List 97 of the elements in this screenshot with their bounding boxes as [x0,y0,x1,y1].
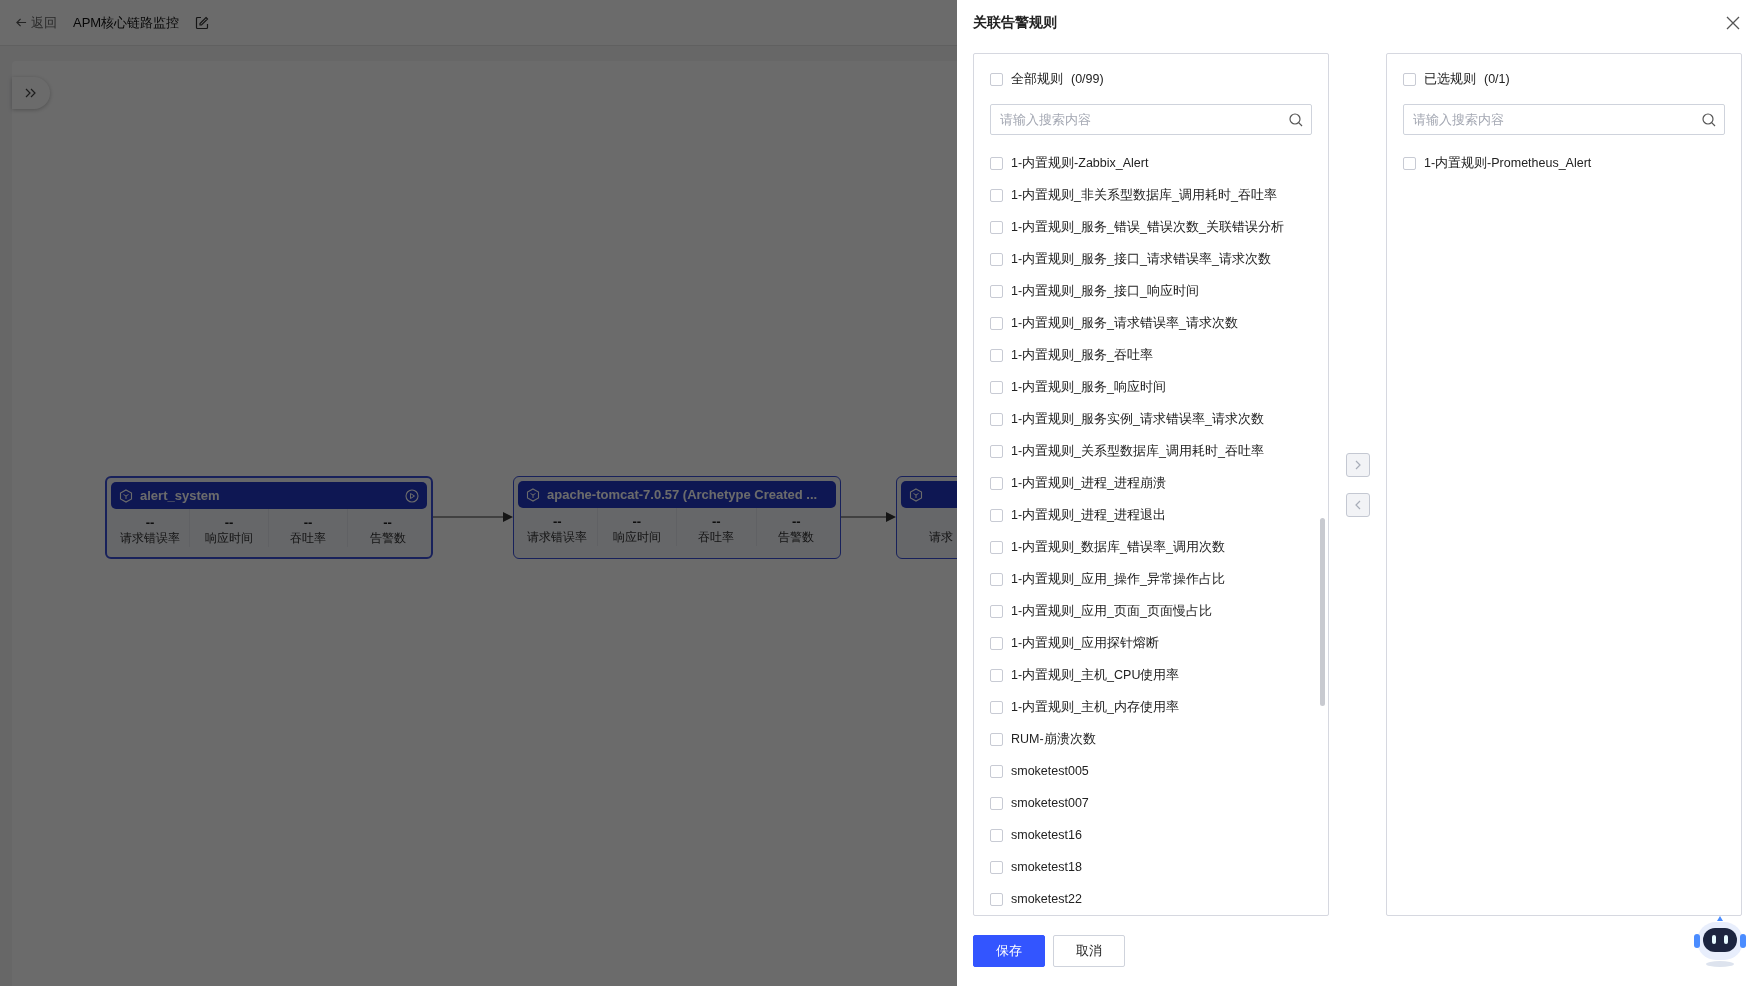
cube-icon [909,487,923,502]
list-count: (0/1) [1484,72,1510,86]
search-field[interactable]: 请输入搜索内容 [1403,104,1725,135]
checkbox[interactable] [990,284,1003,298]
checkbox[interactable] [990,156,1003,170]
checkbox[interactable] [990,540,1003,554]
scrollbar[interactable] [1320,518,1325,706]
checkbox[interactable] [990,860,1003,874]
metric-value: -- [632,514,642,529]
node-title: alert_system [140,488,220,503]
double-chevron-icon [25,88,37,98]
checkbox[interactable] [990,508,1003,522]
cancel-button[interactable]: 取消 [1053,935,1125,967]
metric-label: 请求 [928,529,953,546]
metric-label: 请求错误率 [527,529,588,546]
drawer-title: 关联告警规则 [973,13,1057,32]
rule-item[interactable]: 1-内置规则_应用_页面_页面慢占比 [990,595,1312,627]
rule-item[interactable]: 1-内置规则_服务_请求错误率_请求次数 [990,307,1312,339]
metric-value: -- [383,515,392,530]
search-icon [1702,113,1716,127]
list-count: (0/99) [1071,72,1104,86]
checkbox[interactable] [990,220,1003,234]
checkbox[interactable] [990,572,1003,586]
metric-value: -- [145,515,155,530]
checkbox[interactable] [990,444,1003,458]
checkbox[interactable] [990,380,1003,394]
rule-item[interactable]: 1-内置规则_服务_错误_错误次数_关联错误分析 [990,211,1312,243]
rule-item[interactable]: smoketest16 [990,819,1312,851]
checkbox[interactable] [1403,156,1416,170]
search-field[interactable]: 请输入搜索内容 [990,104,1312,135]
node-title: apache-tomcat-7.0.57 (Archetype Created ... [547,487,818,502]
rule-item[interactable]: smoketest005 [990,755,1312,787]
rule-item[interactable]: 1-内置规则_服务实例_请求错误率_请求次数 [990,403,1312,435]
rule-item[interactable]: RUM-崩溃次数 [990,723,1312,755]
page-title: APM核心链路监控 [73,13,180,32]
rule-item[interactable]: 1-内置规则_服务_接口_响应时间 [990,275,1312,307]
checkbox[interactable] [990,636,1003,650]
checkbox[interactable] [990,348,1003,362]
checkbox[interactable] [990,700,1003,714]
rule-item[interactable]: 1-内置规则_数据库_错误率_调用次数 [990,531,1312,563]
search-icon [1289,113,1303,127]
checkbox[interactable] [990,252,1003,266]
robot-assistant-icon[interactable] [1692,914,1748,968]
metric-value: -- [711,514,721,529]
checkbox[interactable] [990,668,1003,682]
checkbox[interactable] [990,604,1003,618]
metric-value: -- [303,515,313,530]
metric-label: 响应时间 [612,529,661,546]
checkbox[interactable] [990,732,1003,746]
rule-item[interactable]: 1-内置规则_关系型数据库_调用耗时_吞吐率 [990,435,1312,467]
metric-value: -- [552,514,562,529]
metric-label: 响应时间 [205,530,253,547]
checkbox[interactable] [990,476,1003,490]
checkbox[interactable] [990,72,1003,86]
list-title: 全部规则 [1011,70,1063,88]
list-title: 已选规则 [1424,70,1476,88]
play-circle-icon[interactable] [405,488,419,503]
checkbox[interactable] [1403,72,1416,86]
checkbox[interactable] [990,828,1003,842]
checkbox[interactable] [990,316,1003,330]
checkbox[interactable] [990,796,1003,810]
metric-label: 请求错误率 [120,530,180,547]
rule-item[interactable]: 1-内置规则_主机_内存使用率 [990,691,1312,723]
rule-item[interactable]: 1-内置规则_服务_接口_请求错误率_请求次数 [990,243,1312,275]
rule-item[interactable]: 1-内置规则-Prometheus_Alert [1403,147,1725,179]
metric-label: 告警数 [778,529,815,546]
rule-item[interactable]: 1-内置规则_非关系型数据库_调用耗时_吞吐率 [990,179,1312,211]
metric-value: -- [224,515,234,530]
checkbox[interactable] [990,188,1003,202]
metric-value: -- [791,514,801,529]
rule-item[interactable]: 1-内置规则_服务_吞吐率 [990,339,1312,371]
edge-arrow [841,511,896,523]
expand-button[interactable] [12,77,50,109]
chevron-right-icon [1353,459,1362,470]
rule-item[interactable]: smoketest18 [990,851,1312,883]
close-icon[interactable] [1726,15,1740,30]
rule-item[interactable]: 1-内置规则_主机_CPU使用率 [990,659,1312,691]
checkbox[interactable] [990,764,1003,778]
arrow-left-icon [16,17,27,28]
rule-item[interactable]: 1-内置规则_应用_操作_异常操作占比 [990,563,1312,595]
metric-label: 告警数 [369,530,406,547]
chevron-left-icon [1353,499,1362,510]
rule-item[interactable]: smoketest007 [990,787,1312,819]
save-button[interactable]: 保存 [973,935,1045,967]
metric-label: 吞吐率 [698,529,735,546]
cube-icon [119,488,133,503]
rule-item[interactable]: 1-内置规则_应用探针熔断 [990,627,1312,659]
metric-label: 吞吐率 [290,530,326,547]
rule-item[interactable]: 1-内置规则-Zabbix_Alert [990,147,1312,179]
checkbox[interactable] [990,892,1003,906]
rule-item[interactable]: 1-内置规则_进程_进程退出 [990,499,1312,531]
rule-item[interactable]: 1-内置规则_进程_进程崩溃 [990,467,1312,499]
rule-item[interactable]: 1-内置规则_服务_响应时间 [990,371,1312,403]
cube-icon [526,487,540,502]
rule-item[interactable]: smoketest22 [990,883,1312,915]
edit-icon[interactable] [195,15,210,30]
checkbox[interactable] [990,412,1003,426]
